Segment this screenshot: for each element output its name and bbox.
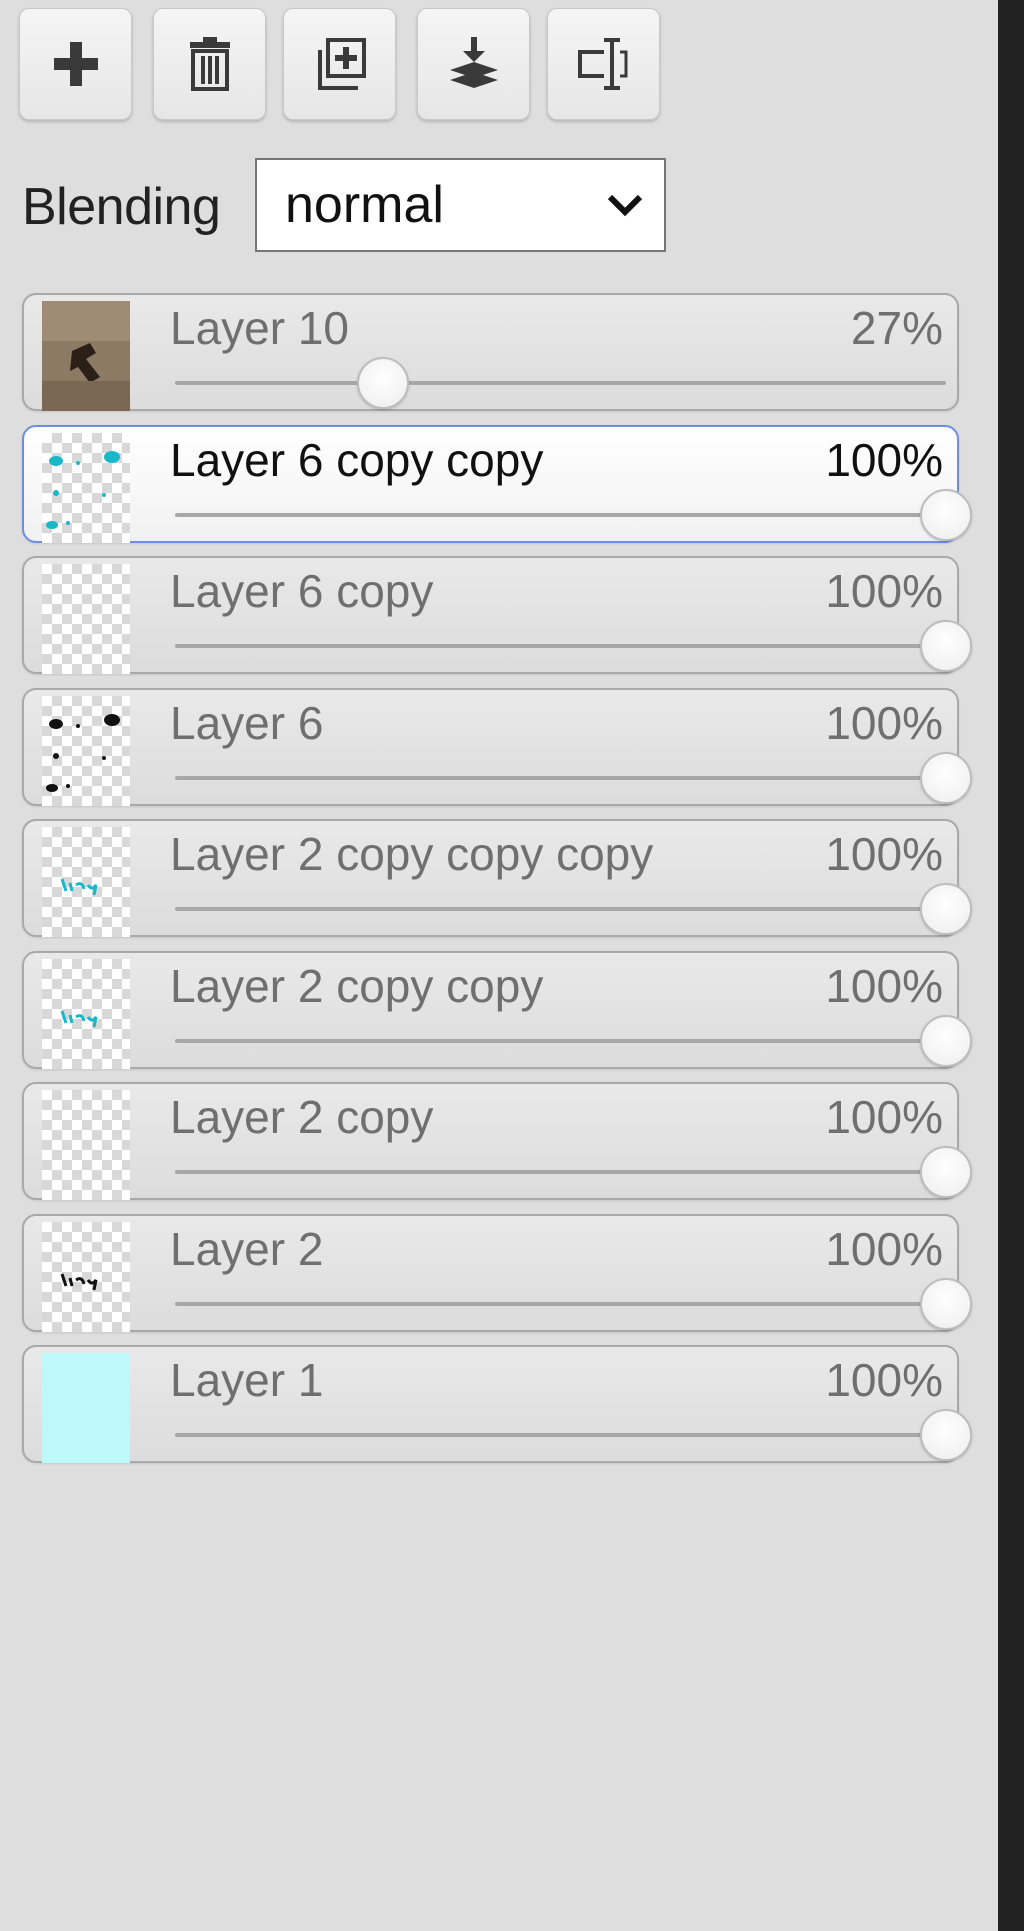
opacity-slider[interactable] <box>175 1015 972 1067</box>
slider-knob[interactable] <box>920 883 972 935</box>
chevron-down-icon <box>607 194 643 217</box>
blending-select[interactable]: normal <box>255 158 666 252</box>
layer-thumbnail <box>42 827 130 937</box>
slider-track <box>175 1302 946 1306</box>
layer-thumbnail <box>42 1090 130 1200</box>
opacity-slider[interactable] <box>175 489 972 541</box>
layer-thumbnail <box>42 696 130 806</box>
layer-row[interactable]: Layer 6 100% <box>22 688 972 806</box>
layer-thumbnail <box>42 564 130 674</box>
slider-knob[interactable] <box>920 1015 972 1067</box>
layer-row[interactable]: Layer 2 100% <box>22 1214 972 1332</box>
layer-opacity-value: 100% <box>825 697 943 749</box>
slider-knob[interactable] <box>920 1146 972 1198</box>
delete-layer-button[interactable] <box>153 8 266 120</box>
layer-opacity-value: 100% <box>825 565 943 617</box>
layer-opacity-value: 27% <box>850 302 943 354</box>
slider-knob[interactable] <box>357 357 410 409</box>
layer-name: Layer 10 <box>170 302 350 354</box>
slider-knob[interactable] <box>920 1278 972 1330</box>
layer-name: Layer 1 <box>170 1354 324 1406</box>
layer-name: Layer 2 copy <box>170 1091 434 1143</box>
layer-thumbnail <box>42 959 130 1069</box>
merge-down-icon <box>449 37 498 88</box>
slider-knob[interactable] <box>920 1409 972 1461</box>
layers-panel: Blending normal Layer 10 27% Layer 6 copy … <box>0 0 998 1931</box>
layer-thumbnail <box>42 301 130 411</box>
window-edge <box>998 0 1024 1931</box>
trash-icon <box>189 37 230 91</box>
slider-track <box>175 1433 946 1437</box>
layer-row[interactable]: Layer 10 27% <box>22 293 959 411</box>
layer-row[interactable]: Layer 2 copy copy copy 100% <box>22 819 972 937</box>
slider-track <box>175 907 946 911</box>
layer-row[interactable]: Layer 2 copy copy 100% <box>22 951 972 1069</box>
slider-track <box>175 381 946 385</box>
layer-name: Layer 6 copy <box>170 565 434 617</box>
layer-name: Layer 2 <box>170 1223 324 1275</box>
layer-opacity-value: 100% <box>825 828 943 880</box>
slider-knob[interactable] <box>920 752 972 804</box>
layer-opacity-value: 100% <box>825 1091 943 1143</box>
layer-name: Layer 6 <box>170 697 324 749</box>
layer-name: Layer 2 copy copy <box>170 960 544 1012</box>
add-layer-button[interactable] <box>19 8 132 120</box>
layer-name: Layer 2 copy copy copy <box>170 828 654 880</box>
layer-row[interactable]: Layer 6 copy copy 100% <box>22 425 972 543</box>
opacity-slider[interactable] <box>175 357 946 409</box>
layer-thumbnail <box>42 1222 130 1332</box>
slider-track <box>175 1170 946 1174</box>
slider-track <box>175 513 946 517</box>
slider-track <box>175 644 946 648</box>
slider-track <box>175 1039 946 1043</box>
slider-knob[interactable] <box>920 620 972 672</box>
plus-icon <box>53 42 98 86</box>
opacity-slider[interactable] <box>175 1146 972 1198</box>
rename-layer-button[interactable] <box>547 8 660 120</box>
blending-label: Blending <box>22 178 221 236</box>
layer-thumbnail <box>42 433 130 543</box>
layer-opacity-value: 100% <box>825 1354 943 1406</box>
opacity-slider[interactable] <box>175 620 972 672</box>
blending-row: Blending normal <box>22 158 666 256</box>
slider-track <box>175 776 946 780</box>
duplicate-layer-button[interactable] <box>283 8 396 120</box>
layer-row[interactable]: Layer 6 copy 100% <box>22 556 972 674</box>
rename-icon <box>577 38 627 90</box>
slider-knob[interactable] <box>920 489 972 541</box>
blending-value: normal <box>285 176 444 234</box>
layer-thumbnail <box>42 1353 130 1463</box>
merge-down-button[interactable] <box>417 8 530 120</box>
opacity-slider[interactable] <box>175 1409 972 1461</box>
opacity-slider[interactable] <box>175 883 972 935</box>
layer-row[interactable]: Layer 2 copy 100% <box>22 1082 972 1200</box>
layer-opacity-value: 100% <box>825 1223 943 1275</box>
layer-opacity-value: 100% <box>825 960 943 1012</box>
layer-opacity-value: 100% <box>825 434 943 486</box>
opacity-slider[interactable] <box>175 1278 972 1330</box>
duplicate-icon <box>317 38 366 90</box>
layer-row[interactable]: Layer 1 100% <box>22 1345 972 1463</box>
layer-name: Layer 6 copy copy <box>170 434 544 486</box>
opacity-slider[interactable] <box>175 752 972 804</box>
